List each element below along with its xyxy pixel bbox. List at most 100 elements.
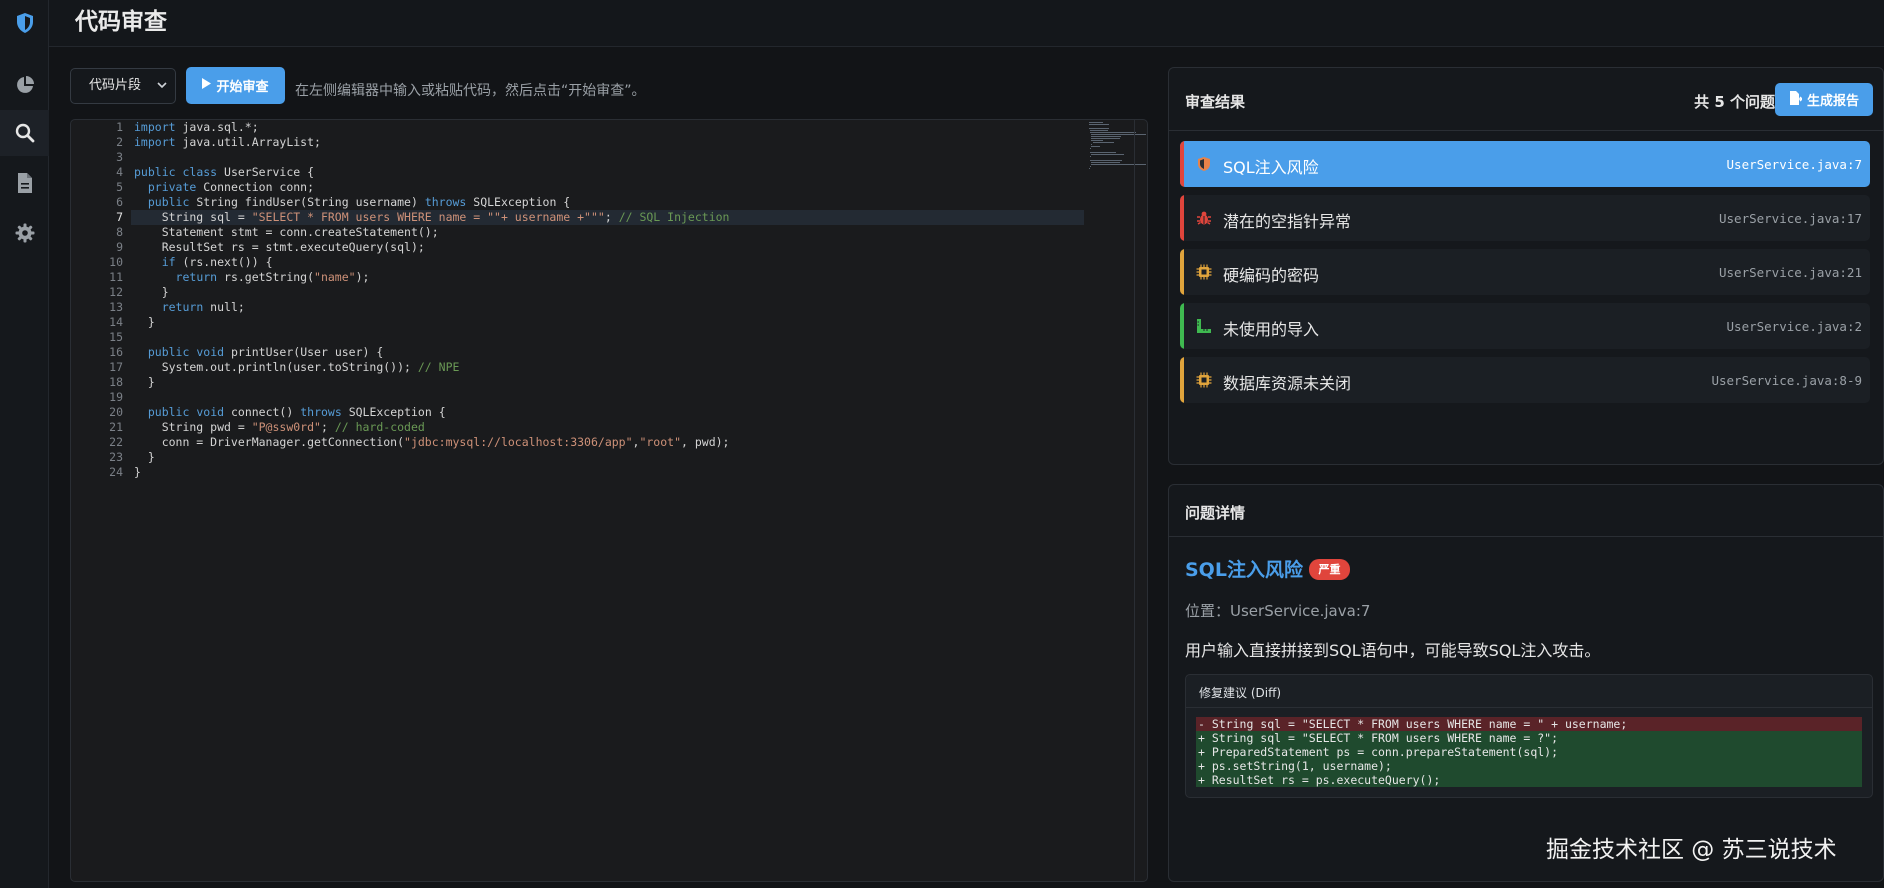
diff-removed-line: - String sql = "SELECT * FROM users WHER… [1196, 717, 1862, 731]
line-number: 9 [116, 240, 123, 254]
chip-icon [1196, 372, 1212, 388]
code-line[interactable]: import java.util.ArrayList; [134, 135, 321, 150]
code-line[interactable]: public void printUser(User user) { [134, 345, 383, 360]
diff-added-line: + ps.setString(1, username); [1196, 759, 1862, 773]
code-line[interactable]: return rs.getString("name"); [134, 270, 370, 285]
minimap-line [1090, 166, 1091, 167]
issue-item[interactable]: 硬编码的密码 UserService.java:21 [1180, 249, 1870, 295]
line-number: 12 [109, 285, 123, 299]
results-title: 审查结果 [1185, 93, 1246, 111]
line-number: 20 [109, 405, 123, 419]
code-line[interactable]: private Connection conn; [134, 180, 314, 195]
issue-title: 数据库资源未关闭 [1223, 374, 1352, 393]
issue-location: UserService.java:2 [1726, 319, 1862, 334]
diff-title: 修复建议 (Diff) [1199, 686, 1282, 700]
shield-logo-icon[interactable] [0, 0, 49, 46]
document-icon[interactable] [0, 160, 49, 206]
editor-scrollbar[interactable] [1134, 120, 1135, 881]
hint-text: 在左侧编辑器中输入或粘贴代码，然后点击“开始审查”。 [295, 83, 646, 99]
issue-location: UserService.java:17 [1719, 211, 1862, 226]
code-line[interactable]: if (rs.next()) { [134, 255, 273, 270]
diff-added-line: + ResultSet rs = ps.executeQuery(); [1196, 773, 1862, 787]
minimap-line [1091, 138, 1120, 139]
line-number: 16 [109, 345, 123, 359]
chip-icon [1196, 264, 1212, 280]
minimap[interactable] [1089, 120, 1147, 180]
line-number: 2 [116, 135, 123, 149]
code-line[interactable]: } [134, 465, 141, 480]
line-number-gutter: 1 2 3 4 5 6 7 8 9 10 11 12 13 14 15 16 17 18 19 20 21 22 23 24 [71, 120, 123, 881]
code-line[interactable]: public void connect() throws SQLExceptio… [134, 405, 446, 420]
minimap-line [1092, 142, 1114, 143]
play-icon [202, 78, 212, 93]
bug-icon [1196, 210, 1212, 226]
code-editor[interactable]: 1 2 3 4 5 6 7 8 9 10 11 12 13 14 15 16 17 18 19 20 21 22 23 24 … [70, 119, 1148, 882]
code-line[interactable]: } [134, 375, 155, 390]
code-line[interactable]: } [134, 315, 155, 330]
severity-bar [1180, 303, 1184, 349]
minimap-line [1090, 132, 1136, 133]
code-line[interactable]: } [134, 285, 169, 300]
minimap-line [1089, 168, 1090, 169]
line-number: 13 [109, 300, 123, 314]
code-line[interactable]: return null; [134, 300, 245, 315]
severity-bar [1180, 195, 1184, 241]
code-line[interactable]: Statement stmt = conn.createStatement(); [134, 225, 439, 240]
code-line[interactable]: String pwd = "P@ssw0rd"; // hard-coded [134, 420, 425, 435]
issue-item[interactable]: 未使用的导入 UserService.java:2 [1180, 303, 1870, 349]
line-number: 6 [116, 195, 123, 209]
code-line[interactable]: ResultSet rs = stmt.executeQuery(sql); [134, 240, 425, 255]
code-line[interactable]: public String findUser(String username) … [134, 195, 570, 210]
minimap-line [1091, 144, 1093, 145]
pie-chart-icon[interactable] [0, 62, 49, 108]
minimap-line [1091, 136, 1122, 137]
line-number: 11 [109, 270, 123, 284]
start-review-label: 开始审查 [216, 80, 269, 95]
severity-badge: 严重 [1309, 559, 1350, 580]
select-value: 代码片段 [89, 78, 142, 93]
line-number: 23 [109, 450, 123, 464]
minimap-line [1089, 124, 1110, 125]
sidebar [0, 0, 49, 888]
minimap-line [1090, 156, 1091, 157]
issue-title: 硬编码的密码 [1223, 266, 1320, 285]
generate-report-button[interactable]: 生成报告 [1775, 83, 1873, 116]
gear-icon[interactable] [0, 210, 49, 256]
line-number: 3 [116, 150, 123, 164]
code-line[interactable]: import java.sql.*; [134, 120, 259, 135]
start-review-button[interactable]: 开始审查 [186, 67, 285, 104]
watermark: 掘金技术社区 @ 苏三说技术 [1546, 837, 1837, 863]
minimap-line [1090, 148, 1091, 149]
issue-title: SQL注入风险 [1223, 158, 1319, 177]
search-icon[interactable] [0, 110, 49, 156]
report-file-icon [1789, 90, 1803, 109]
issue-item[interactable]: SQL注入风险 UserService.java:7 [1180, 141, 1870, 187]
issue-item[interactable]: 数据库资源未关闭 UserService.java:8-9 [1180, 357, 1870, 403]
minimap-line [1091, 134, 1147, 135]
line-number: 8 [116, 225, 123, 239]
code-line[interactable]: } [134, 450, 155, 465]
minimap-line [1091, 154, 1124, 155]
snippet-type-select[interactable]: 代码片段 [70, 68, 176, 104]
line-number: 17 [109, 360, 123, 374]
line-number: 19 [109, 390, 123, 404]
line-number: 18 [109, 375, 123, 389]
generate-report-label: 生成报告 [1806, 94, 1859, 109]
header: 代码审查 [49, 0, 1884, 47]
minimap-line [1091, 140, 1104, 141]
line-number: 10 [109, 255, 123, 269]
issue-item[interactable]: 潜在的空指针异常 UserService.java:17 [1180, 195, 1870, 241]
minimap-line [1090, 152, 1116, 153]
issue-location: UserService.java:7 [1726, 157, 1862, 172]
diff-header: 修复建议 (Diff) [1186, 675, 1872, 708]
code-line[interactable]: String sql = "SELECT * FROM users WHERE … [134, 210, 730, 225]
code-line[interactable]: public class UserService { [134, 165, 314, 180]
severity-bar [1180, 357, 1184, 403]
diff-body: - String sql = "SELECT * FROM users WHER… [1196, 717, 1862, 787]
detail-panel: 问题详情 SQL注入风险 严重 位置：UserService.java:7 用户… [1168, 484, 1884, 882]
shield-warning-icon [1196, 156, 1212, 172]
page-title: 代码审查 [75, 9, 167, 35]
code-line[interactable]: conn = DriverManager.getConnection("jdbc… [134, 435, 730, 450]
code-line[interactable]: System.out.println(user.toString()); // … [134, 360, 460, 375]
minimap-line [1090, 160, 1123, 161]
